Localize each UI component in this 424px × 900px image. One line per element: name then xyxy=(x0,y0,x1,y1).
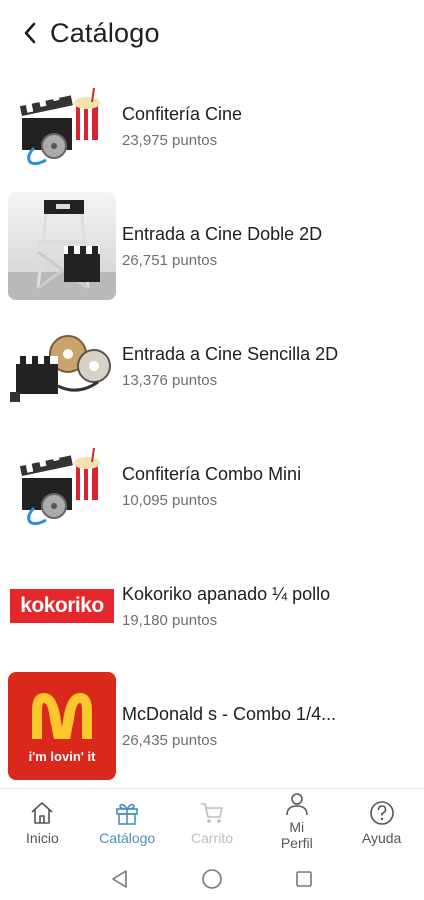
user-icon xyxy=(283,792,311,816)
nav-label: Inicio xyxy=(26,830,59,846)
mcdonalds-slogan: i'm lovin' it xyxy=(28,748,96,764)
item-name: Entrada a Cine Sencilla 2D xyxy=(122,343,339,364)
nav-mi-perfil[interactable]: Mi Perfil xyxy=(254,789,339,858)
home-icon xyxy=(28,799,56,827)
item-name: Confitería Combo Mini xyxy=(122,463,302,484)
nav-catalogo[interactable]: Catálogo xyxy=(85,789,170,858)
catalog-item-confiteria-cine[interactable]: Confitería Cine 23,975 puntos xyxy=(0,66,424,186)
system-recents-icon[interactable] xyxy=(258,869,350,889)
item-points: 23,975 puntos xyxy=(122,131,218,149)
catalog-item-kokoriko[interactable]: kokoriko Kokoriko apanado ¼ pollo 19,180… xyxy=(0,546,424,666)
catalog-item-entrada-sencilla[interactable]: Entrada a Cine Sencilla 2D 13,376 puntos xyxy=(0,306,424,426)
director-chair-clapper-image xyxy=(8,192,116,300)
kokoriko-logo-image: kokoriko xyxy=(8,552,116,660)
page-title: Catálogo xyxy=(50,17,160,48)
gift-icon xyxy=(113,799,141,827)
system-navigation-bar xyxy=(0,858,424,900)
app-header: Catálogo xyxy=(0,0,424,66)
item-points: 13,376 puntos xyxy=(122,371,218,389)
film-reels-clapper-image xyxy=(8,312,116,420)
cinema-clapper-popcorn-image xyxy=(8,432,116,540)
nav-label-line2: Perfil xyxy=(280,835,313,851)
item-points: 26,751 puntos xyxy=(122,251,218,269)
item-points: 10,095 puntos xyxy=(122,491,218,509)
item-points: 19,180 puntos xyxy=(122,611,218,629)
system-home-icon[interactable] xyxy=(166,868,258,890)
nav-carrito[interactable]: Carrito xyxy=(170,789,255,858)
item-name: McDonald s - Combo 1/4... xyxy=(122,703,337,724)
nav-label: Catálogo xyxy=(99,830,156,846)
cinema-clapper-popcorn-image xyxy=(8,72,116,180)
item-name: Confitería Cine xyxy=(122,103,243,124)
kokoriko-logo-text: kokoriko xyxy=(20,594,104,617)
nav-label: Ayuda xyxy=(361,830,402,846)
nav-label: Carrito xyxy=(190,830,233,846)
nav-ayuda[interactable]: Ayuda xyxy=(339,789,424,858)
item-points: 26,435 puntos xyxy=(122,731,218,749)
catalog-list: Confitería Cine 23,975 puntos Entrada a … xyxy=(0,66,424,786)
cart-icon xyxy=(198,799,226,827)
catalog-item-confiteria-combo[interactable]: Confitería Combo Mini 10,095 puntos xyxy=(0,426,424,546)
bottom-navigation: Inicio Catálogo Carrito Mi Perfil Ayuda xyxy=(0,788,424,858)
item-name: Entrada a Cine Doble 2D xyxy=(122,223,323,244)
system-back-icon[interactable] xyxy=(74,869,166,889)
mcdonalds-logo-image: i'm lovin' it xyxy=(8,672,116,780)
item-name: Kokoriko apanado ¼ pollo xyxy=(122,583,331,604)
nav-inicio[interactable]: Inicio xyxy=(0,789,85,858)
help-icon xyxy=(368,799,396,827)
chevron-left-icon[interactable] xyxy=(18,21,42,45)
catalog-item-entrada-doble[interactable]: Entrada a Cine Doble 2D 26,751 puntos xyxy=(0,186,424,306)
catalog-item-mcdonalds[interactable]: i'm lovin' it McDonald s - Combo 1/4... … xyxy=(0,666,424,786)
nav-label-line1: Mi xyxy=(289,819,305,835)
nav-label: Mi Perfil xyxy=(281,819,313,851)
